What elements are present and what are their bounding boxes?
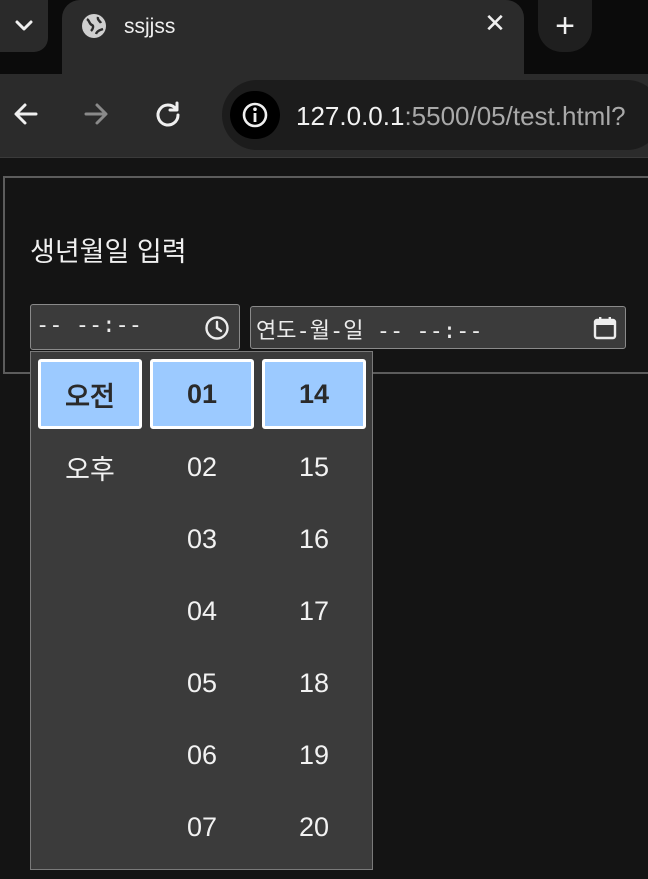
clock-icon[interactable] (204, 315, 230, 341)
time-input[interactable]: -- --:-- (30, 304, 240, 350)
arrow-right-icon (84, 103, 108, 125)
datetime-input-value: 연도-월-일 -- --:-- (256, 319, 483, 344)
hour-option[interactable]: 02 (150, 431, 254, 503)
minute-option[interactable]: 16 (262, 503, 366, 575)
hour-option[interactable]: 01 (150, 359, 254, 429)
chevron-down-icon (15, 20, 33, 31)
reload-icon (156, 101, 180, 127)
minute-option[interactable]: 15 (262, 431, 366, 503)
new-tab-button[interactable]: + (538, 0, 592, 52)
meridiem-option[interactable]: 오후 (38, 431, 142, 503)
url-path: :5500/05/test.html? (404, 101, 626, 131)
hour-option[interactable]: 04 (150, 575, 254, 647)
url-host: 127.0.0.1 (296, 101, 405, 131)
site-info-button[interactable] (230, 91, 280, 139)
minute-option[interactable]: 18 (262, 647, 366, 719)
minute-option[interactable]: 17 (262, 575, 366, 647)
page-content: 생년월일 입력 -- --:-- 연도-월-일 -- --:-- 오전 오후 0… (0, 159, 648, 879)
hour-option[interactable]: 06 (150, 719, 254, 791)
datetime-input[interactable]: 연도-월-일 -- --:-- (250, 306, 626, 349)
reload-button[interactable] (148, 94, 188, 134)
hour-option[interactable]: 07 (150, 791, 254, 863)
hour-column: 01 02 03 04 05 06 07 (150, 359, 254, 863)
page-heading: 생년월일 입력 (30, 237, 187, 267)
meridiem-column: 오전 오후 (38, 359, 142, 503)
address-bar[interactable]: 127.0.0.1:5500/05/test.html? (222, 80, 648, 150)
hour-option[interactable]: 05 (150, 647, 254, 719)
time-input-value: -- --:-- (36, 313, 142, 338)
minute-option[interactable]: 20 (262, 791, 366, 863)
arrow-left-icon (14, 103, 38, 125)
forward-button[interactable] (76, 94, 116, 134)
url-text: 127.0.0.1:5500/05/test.html? (296, 101, 626, 132)
hour-option[interactable]: 03 (150, 503, 254, 575)
tab-title: ssjjss (124, 15, 176, 38)
back-button[interactable] (6, 94, 46, 134)
globe-icon (82, 14, 106, 38)
info-icon (242, 102, 268, 128)
close-tab-icon[interactable]: ✕ (480, 8, 510, 38)
minute-column: 14 15 16 17 18 19 20 (262, 359, 366, 863)
browser-toolbar: 127.0.0.1:5500/05/test.html? (0, 74, 648, 158)
minute-option[interactable]: 19 (262, 719, 366, 791)
browser-tab[interactable]: ssjjss ✕ (62, 0, 524, 74)
calendar-icon[interactable] (592, 315, 618, 341)
minute-option[interactable]: 14 (262, 359, 366, 429)
meridiem-option[interactable]: 오전 (38, 359, 142, 429)
tab-search-button[interactable] (0, 0, 48, 52)
tab-strip: ssjjss ✕ + (0, 0, 648, 74)
time-picker-dropdown: 오전 오후 01 02 03 04 05 06 07 14 15 16 17 1… (30, 351, 373, 870)
